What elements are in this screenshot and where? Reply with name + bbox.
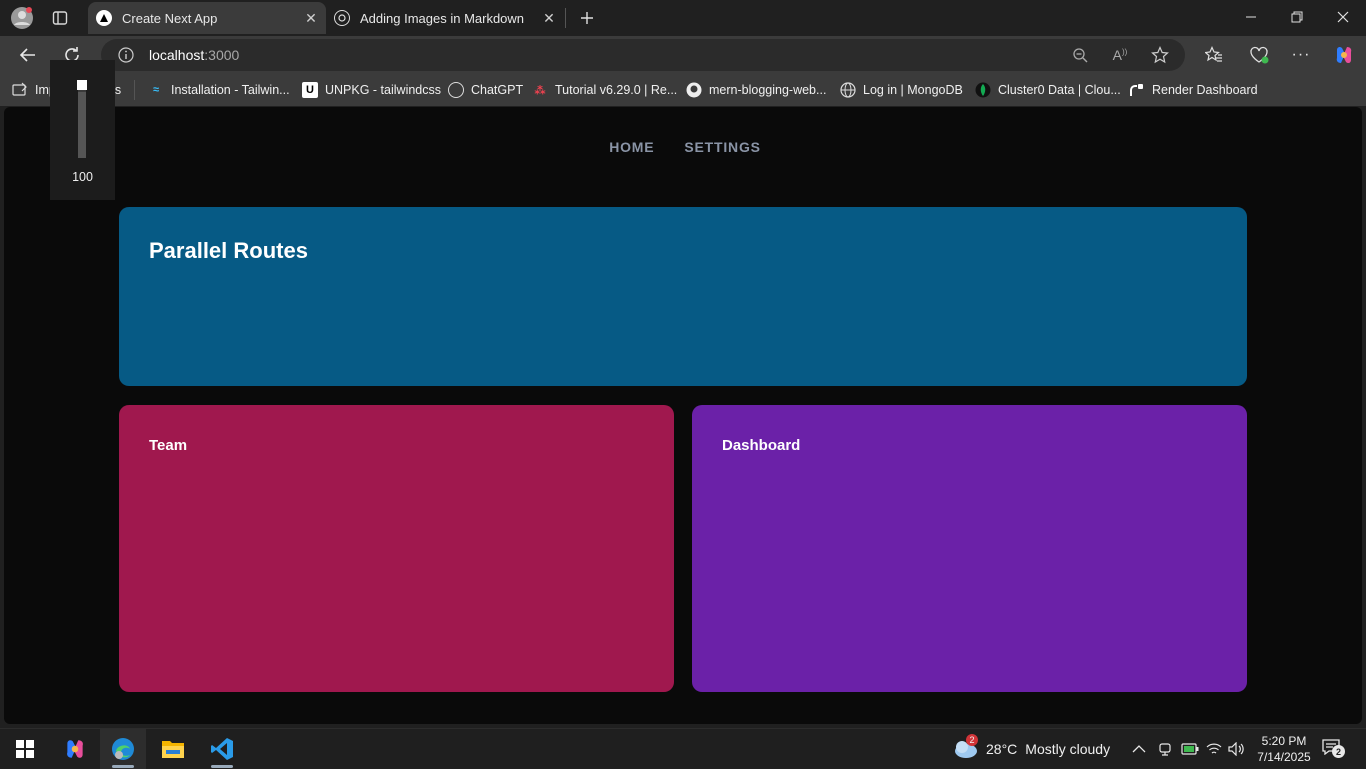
copilot-taskbar-icon[interactable] xyxy=(52,729,98,769)
bookmark-separator xyxy=(134,80,135,100)
zoom-slider-fill xyxy=(78,92,86,158)
top-navigation: HOME SETTINGS xyxy=(4,139,1362,155)
address-bar[interactable]: localhost:3000 A)) xyxy=(101,39,1185,71)
profile-icon[interactable] xyxy=(8,4,36,32)
close-window-button[interactable] xyxy=(1320,0,1366,34)
browser-title-bar: Create Next App ✕ Adding Images in Markd… xyxy=(0,0,1366,36)
volume-icon[interactable] xyxy=(1228,729,1246,769)
chevron-up-icon[interactable] xyxy=(1132,729,1146,769)
tab-close-icon[interactable]: ✕ xyxy=(540,9,558,27)
zoom-slider-thumb[interactable] xyxy=(77,80,87,90)
favorites-icon[interactable] xyxy=(1199,40,1229,70)
bookmark-unpkg[interactable]: U UNPKG - tailwindcss xyxy=(302,80,441,100)
react-router-icon: ⁂ xyxy=(534,84,546,97)
tab-title: Adding Images in Markdown xyxy=(360,10,525,26)
info-icon[interactable] xyxy=(115,44,137,66)
bookmark-tailwind-installation[interactable]: ≈ Installation - Tailwin... xyxy=(148,80,290,100)
mongodb-leaf-icon xyxy=(975,82,991,98)
bookmark-render[interactable]: Render Dashboard xyxy=(1129,80,1258,100)
meet-now-icon[interactable] xyxy=(1158,729,1172,769)
weather-temp: 28°C xyxy=(986,741,1018,757)
bookmark-label: Cluster0 Data | Clou... xyxy=(998,83,1121,97)
chatgpt-icon xyxy=(448,82,464,98)
zoom-popup: 100 xyxy=(50,60,115,200)
nextjs-favicon-icon xyxy=(96,10,112,26)
vscode-icon[interactable] xyxy=(199,729,245,769)
page-viewport: HOME SETTINGS Parallel Routes Team Dashb… xyxy=(4,107,1362,724)
nav-link-settings[interactable]: SETTINGS xyxy=(684,139,760,155)
github-icon xyxy=(686,82,702,98)
bookmark-label: mern-blogging-web... xyxy=(709,83,827,97)
bookmark-cluster0[interactable]: Cluster0 Data | Clou... xyxy=(975,80,1121,100)
favorite-star-icon[interactable] xyxy=(1149,44,1171,66)
zoom-out-icon[interactable] xyxy=(1069,44,1091,66)
wifi-icon[interactable] xyxy=(1206,729,1222,769)
notification-count: 2 xyxy=(1332,745,1345,758)
edge-icon[interactable] xyxy=(100,729,146,769)
render-icon xyxy=(1129,82,1145,98)
url-host: localhost xyxy=(149,47,205,63)
team-title: Team xyxy=(149,437,188,454)
bookmark-label: Tutorial v6.29.0 | Re... xyxy=(555,83,678,97)
browser-essentials-icon[interactable] xyxy=(1244,40,1274,70)
browser-toolbar: localhost:3000 A)) ··· xyxy=(0,36,1366,74)
windows-start-icon[interactable] xyxy=(2,729,48,769)
windows-taskbar: 2 28°C Mostly cloudy 5:20 PM 7/14/2025 2 xyxy=(0,728,1366,769)
clock-date: 7/14/2025 xyxy=(1257,750,1311,764)
bookmark-label: Installation - Tailwin... xyxy=(171,83,290,97)
weather-badge: 2 xyxy=(966,734,978,746)
tab-separator xyxy=(565,8,566,28)
parallel-routes-card: Parallel Routes xyxy=(119,207,1247,386)
file-explorer-icon[interactable] xyxy=(150,729,196,769)
notification-icon[interactable]: 2 xyxy=(1322,729,1345,769)
system-clock[interactable]: 5:20 PM 7/14/2025 xyxy=(1252,733,1316,765)
new-tab-icon[interactable] xyxy=(573,4,601,32)
unpkg-icon: U xyxy=(302,82,318,98)
bookmark-mongodb-login[interactable]: Log in | MongoDB xyxy=(840,80,963,100)
bookmark-chatgpt[interactable]: ChatGPT xyxy=(448,80,523,100)
tailwind-icon: ≈ xyxy=(152,84,160,96)
bookmark-label: Log in | MongoDB xyxy=(863,83,963,97)
zoom-slider-track[interactable] xyxy=(78,80,86,158)
bookmark-label: Render Dashboard xyxy=(1152,83,1258,97)
tab-adding-images[interactable]: Adding Images in Markdown ✕ xyxy=(326,2,564,34)
import-icon xyxy=(12,82,28,98)
bookmarks-bar: Import favorites ≈ Installation - Tailwi… xyxy=(0,74,1366,106)
minimize-button[interactable] xyxy=(1228,0,1274,34)
weather-condition: Mostly cloudy xyxy=(1025,741,1111,757)
battery-icon[interactable] xyxy=(1181,729,1199,769)
dashboard-title: Dashboard xyxy=(722,437,801,454)
url-port: :3000 xyxy=(204,47,240,63)
back-icon[interactable] xyxy=(13,40,43,70)
weather-icon: 2 xyxy=(952,734,980,761)
page-title: Parallel Routes xyxy=(149,238,308,263)
bookmark-label: ChatGPT xyxy=(471,83,524,97)
clock-time: 5:20 PM xyxy=(1261,734,1307,748)
weather-widget[interactable]: 2 28°C Mostly cloudy xyxy=(952,729,1110,769)
url-text[interactable]: localhost:3000 xyxy=(149,47,239,63)
nav-link-home[interactable]: HOME xyxy=(609,139,654,155)
copilot-icon[interactable] xyxy=(1329,40,1359,70)
restore-button[interactable] xyxy=(1274,0,1320,34)
chatgpt-favicon-icon xyxy=(334,10,350,26)
bookmark-github[interactable]: mern-blogging-web... xyxy=(686,80,826,100)
team-card: Team xyxy=(119,405,674,692)
bookmark-label: UNPKG - tailwindcss xyxy=(325,83,441,97)
zoom-level-label: 100 xyxy=(72,170,93,184)
tab-create-next-app[interactable]: Create Next App ✕ xyxy=(88,2,326,34)
tab-close-icon[interactable]: ✕ xyxy=(302,9,320,27)
read-aloud-icon[interactable]: A)) xyxy=(1109,44,1131,66)
tab-actions-icon[interactable] xyxy=(46,4,74,32)
globe-icon xyxy=(840,82,856,98)
tab-title: Create Next App xyxy=(122,10,218,26)
dashboard-card: Dashboard xyxy=(692,405,1247,692)
bookmark-tutorial[interactable]: ⁂ Tutorial v6.29.0 | Re... xyxy=(532,80,677,100)
more-icon[interactable]: ··· xyxy=(1286,40,1316,70)
